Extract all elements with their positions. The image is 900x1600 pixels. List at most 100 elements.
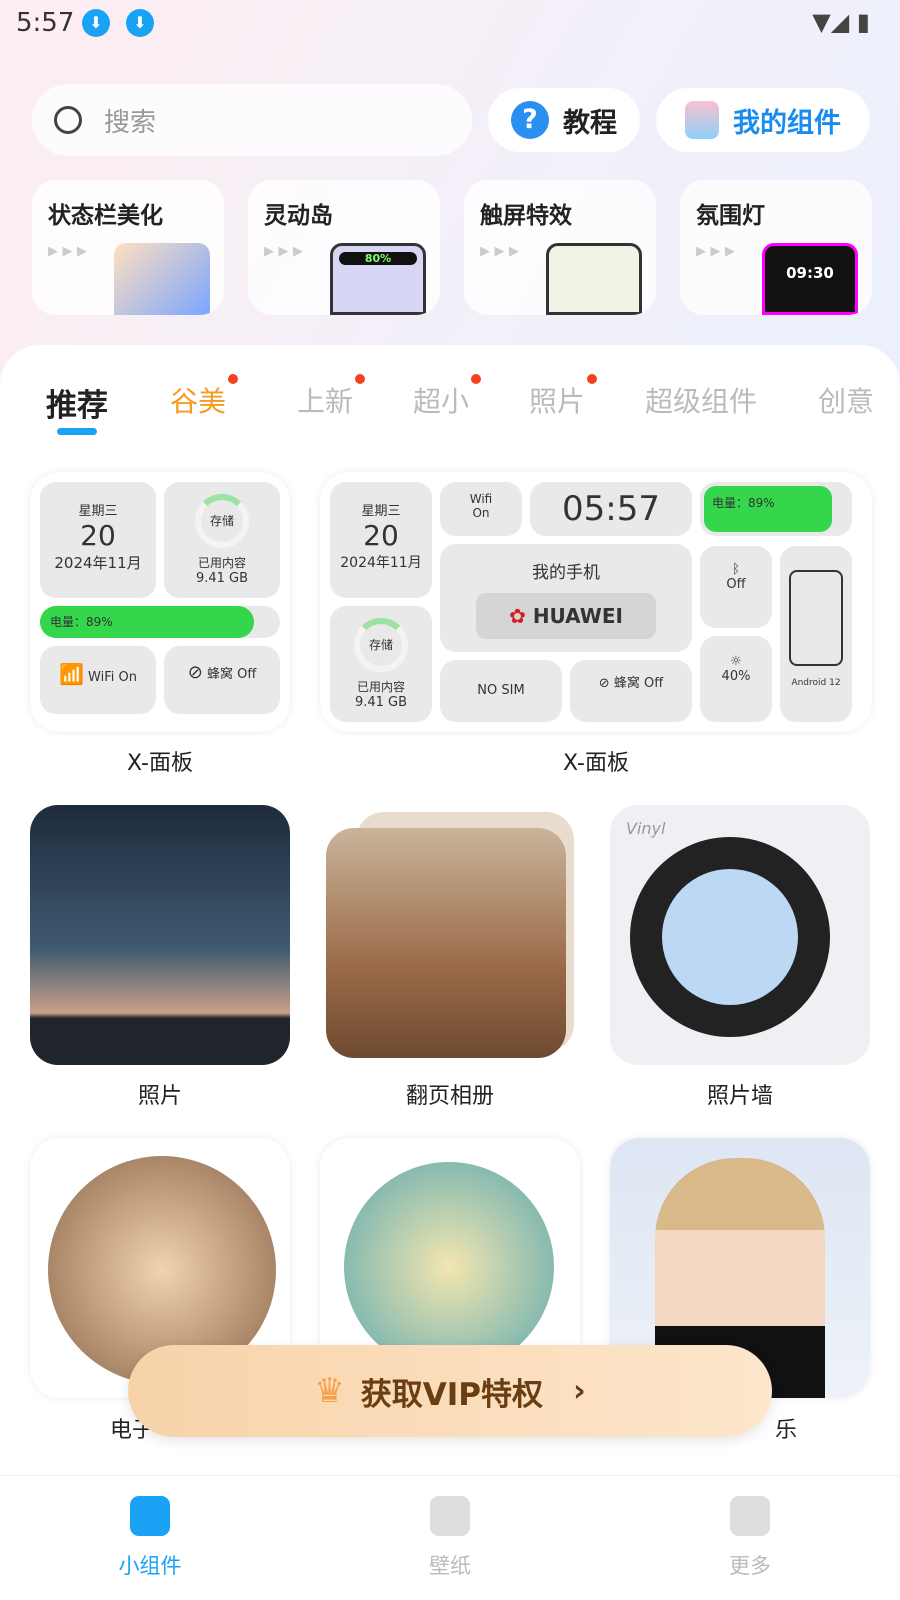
nav-label: 小组件 <box>118 1554 182 1578</box>
cellular-off-icon: ⊘ <box>598 676 610 691</box>
month: 2024年11月 <box>340 555 422 571</box>
vinyl-label: Vinyl <box>626 819 666 838</box>
bottom-nav: 小组件 壁纸 更多 <box>0 1475 900 1600</box>
feature-touch-effects[interactable]: 触屏特效 ▶ ▶ ▶ <box>464 180 656 315</box>
feature-label: 触屏特效 <box>480 203 572 229</box>
chevron-right-icon: › <box>572 1373 586 1409</box>
crown-icon: ♛ <box>314 1371 345 1411</box>
new-dot <box>587 374 598 384</box>
widget-x-panel-large[interactable]: 星期三 20 2024年11月 存储 已用内容 9.41 GB Wifi On 05:57… <box>320 472 872 732</box>
help-icon: ? <box>511 101 549 139</box>
widget-label: 翻页相册 <box>405 1084 494 1109</box>
used-label: 已用内容 <box>356 680 405 694</box>
phone-name: 我的手机 <box>532 563 600 583</box>
tab-photos[interactable]: 照片 <box>529 374 598 420</box>
date-tile: 星期三 20 2024年11月 <box>40 482 156 598</box>
phone-outline-icon <box>789 570 843 666</box>
status-bar: 5:57 ⬇ ⬇ ▼◢ ▮ <box>0 0 900 50</box>
bluetooth-off-icon: ᛒ <box>732 562 740 577</box>
battery-tile: 电量：89% <box>700 482 852 536</box>
nav-label: 壁纸 <box>429 1554 471 1578</box>
tab-creative[interactable]: 创意 <box>818 380 874 420</box>
tab-super-widgets[interactable]: 超级组件 <box>645 380 757 420</box>
signal-battery-icons: ▼◢ ▮ <box>812 8 870 36</box>
tab-label: 推荐 <box>46 388 108 424</box>
brightness-tile[interactable]: ☼ 40% <box>700 636 772 722</box>
vinyl-widget[interactable]: Vinyl <box>610 805 870 1065</box>
my-widgets-label: 我的组件 <box>733 107 841 139</box>
widgets-grid-icon <box>130 1496 170 1536</box>
widget-label: X-面板 <box>127 751 193 776</box>
wifi-label: WiFi <box>88 670 115 685</box>
tab-new[interactable]: 上新 <box>297 374 366 420</box>
tab-gumei[interactable]: 谷美 <box>170 374 239 420</box>
widget-label: 乐 <box>775 1418 798 1443</box>
date-tile: 星期三 20 2024年11月 <box>330 482 432 598</box>
search-placeholder: 搜索 <box>104 107 157 138</box>
photo-widget[interactable] <box>30 805 290 1065</box>
phone-clock: 09:30 <box>762 243 858 315</box>
cell-state: Off <box>644 676 664 691</box>
nav-widgets[interactable]: 小组件 <box>90 1496 210 1580</box>
tab-label: 照片 <box>529 385 586 418</box>
wifi-state: On <box>472 506 490 520</box>
widget-x-panel-small[interactable]: 星期三 20 2024年11月 存储 已用内容 9.41 GB 电量：89% 📶 WiF… <box>30 472 290 732</box>
feature-label: 氛围灯 <box>696 203 765 229</box>
more-icon <box>730 1496 770 1536</box>
day: 20 <box>80 519 116 552</box>
tab-label: 超级组件 <box>645 385 758 418</box>
wallpaper-icon <box>430 1496 470 1536</box>
wifi-tile[interactable]: Wifi On <box>440 482 522 536</box>
flip-album-widget[interactable] <box>326 828 566 1058</box>
cell-label: 蜂窝 <box>206 667 233 682</box>
tab-label: 超小 <box>413 385 470 418</box>
month: 2024年11月 <box>54 554 142 572</box>
phone-illustration <box>546 243 642 315</box>
wifi-state: On <box>118 670 137 685</box>
my-widgets-button[interactable]: 我的组件 <box>656 88 870 152</box>
storage-ring: 存储 <box>195 494 249 548</box>
search-input[interactable]: 搜索 <box>32 84 472 156</box>
new-dot <box>471 374 482 384</box>
cellular-tile[interactable]: ⊘ 蜂窝 Off <box>570 660 692 722</box>
used-label: 已用内容 <box>197 556 246 570</box>
wifi-tile[interactable]: 📶 WiFi On <box>40 646 156 714</box>
brightness-icon: ☼ <box>730 654 742 669</box>
clock-tile: 05:57 <box>530 482 692 536</box>
storage-tile: 存储 已用内容 9.41 GB <box>330 606 432 722</box>
device-tile: Android 12 <box>780 546 852 722</box>
feature-statusbar[interactable]: 状态栏美化 ▶ ▶ ▶ <box>32 180 224 315</box>
vip-button[interactable]: ♛ 获取VIP特权 › <box>128 1345 772 1437</box>
brightness-value: 40% <box>721 669 751 684</box>
cellular-off-icon: ⊘ <box>187 662 203 683</box>
nav-wallpaper[interactable]: 壁纸 <box>390 1496 510 1580</box>
tab-label: 创意 <box>818 385 875 418</box>
day: 20 <box>363 519 399 552</box>
tutorial-button[interactable]: ? 教程 <box>488 88 640 152</box>
cat-illustration <box>114 243 210 315</box>
nav-more[interactable]: 更多 <box>690 1496 810 1580</box>
tutorial-label: 教程 <box>563 107 617 139</box>
wifi-label: Wifi <box>469 492 493 506</box>
cellular-tile[interactable]: ⊘ 蜂窝 Off <box>164 646 280 714</box>
widget-label: X-面板 <box>563 751 629 776</box>
phone-tile: 我的手机 ✿ HUAWEI <box>440 544 692 652</box>
tab-mini[interactable]: 超小 <box>413 374 482 420</box>
tab-recommend[interactable]: 推荐 <box>46 380 108 425</box>
widget-label: 照片墙 <box>706 1084 773 1109</box>
search-icon <box>54 106 82 134</box>
wifi-icon: 📶 <box>59 662 84 686</box>
feature-label: 状态栏美化 <box>48 203 163 229</box>
android-version: Android 12 <box>791 678 841 688</box>
widget-label: 照片 <box>137 1084 182 1109</box>
feature-ambient-light[interactable]: 氛围灯 ▶ ▶ ▶ 09:30 <box>680 180 872 315</box>
bluetooth-tile[interactable]: ᛒ Off <box>700 546 772 628</box>
island-badge: 80% <box>339 252 417 265</box>
new-dot <box>228 374 239 384</box>
feature-dynamic-island[interactable]: 灵动岛 ▶ ▶ ▶ 80% <box>248 180 440 315</box>
download-icon: ⬇ <box>82 9 110 37</box>
tab-label: 上新 <box>297 385 354 418</box>
storage-tile: 存储 已用内容 9.41 GB <box>164 482 280 598</box>
bt-state: Off <box>726 577 746 592</box>
widgets-icon <box>685 101 719 139</box>
